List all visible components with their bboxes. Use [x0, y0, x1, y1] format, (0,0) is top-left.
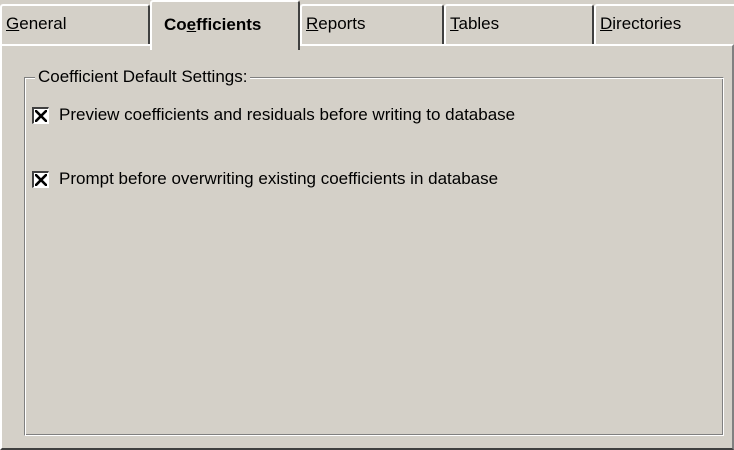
prompt-overwrite-label: Prompt before overwriting existing coeff…: [59, 169, 499, 188]
tab-directories-mnemonic: D: [600, 14, 613, 33]
tab-general-label: eneral: [19, 14, 67, 33]
prompt-overwrite-option[interactable]: Prompt before overwriting existing coeff…: [32, 167, 498, 191]
tab-coefficients-label-start: Co: [164, 15, 187, 34]
preview-coefficients-label: Preview coefficients and residuals befor…: [59, 105, 516, 124]
tab-coefficients-mnemonic: e: [186, 15, 197, 34]
tab-panel-coefficients: Coefficient Default Settings: Preview co…: [0, 44, 734, 450]
check-icon: [35, 109, 47, 122]
prompt-overwrite-checkbox[interactable]: [32, 170, 49, 188]
tab-reports[interactable]: Reports: [300, 4, 444, 44]
tab-tables-mnemonic: T: [450, 14, 459, 33]
group-title: Coefficient Default Settings:: [35, 66, 251, 88]
tab-strip: General Coefficients Reports Tables Dire…: [0, 0, 734, 50]
preview-coefficients-option[interactable]: Preview coefficients and residuals befor…: [32, 103, 515, 127]
check-icon: [35, 173, 47, 186]
tab-reports-mnemonic: R: [306, 14, 319, 33]
tab-tables[interactable]: Tables: [444, 4, 594, 44]
tab-coefficients[interactable]: Coefficients: [150, 0, 300, 50]
tab-reports-label: eports: [318, 14, 366, 33]
tab-directories-label: irectories: [612, 14, 682, 33]
tab-general-mnemonic: G: [6, 14, 20, 33]
tab-directories[interactable]: Directories: [594, 4, 734, 44]
coefficient-settings-group: Coefficient Default Settings:: [24, 66, 724, 436]
preview-coefficients-checkbox[interactable]: [32, 106, 49, 124]
tab-tables-label: ables: [458, 14, 500, 33]
tab-coefficients-label-end: fficients: [196, 15, 262, 34]
tab-general[interactable]: General: [0, 4, 150, 44]
